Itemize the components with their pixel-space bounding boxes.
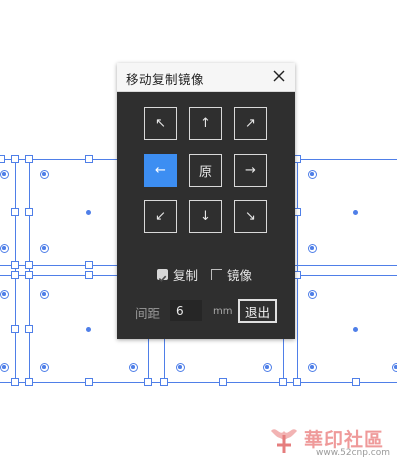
origin-button[interactable]: 原 xyxy=(189,154,222,187)
selection-handle[interactable] xyxy=(11,271,19,279)
selection-handle[interactable] xyxy=(0,155,5,163)
close-icon[interactable] xyxy=(271,68,287,84)
selection-handle[interactable] xyxy=(11,208,19,216)
selection-handle[interactable] xyxy=(144,378,152,386)
arrow-down-icon: ↓ xyxy=(200,209,211,224)
dialog-title: 移动复制镜像 xyxy=(126,72,205,87)
vertical-guide-mid-b xyxy=(164,339,165,382)
center-marker-icon xyxy=(40,244,49,253)
selection-handle[interactable] xyxy=(25,378,33,386)
move-up-left-button[interactable]: ↖ xyxy=(144,107,177,140)
selection-handle[interactable] xyxy=(85,155,93,163)
vertical-guide-right-a xyxy=(283,339,284,382)
anchor-dot xyxy=(353,210,358,215)
center-marker-icon xyxy=(176,363,185,372)
copy-label: 复制 xyxy=(173,267,199,283)
move-up-button[interactable]: ↑ xyxy=(189,107,222,140)
center-marker-icon xyxy=(129,363,138,372)
move-down-left-button[interactable]: ↙ xyxy=(144,200,177,233)
anchor-dot xyxy=(86,327,91,332)
anchor-dot xyxy=(353,327,358,332)
copy-checkbox[interactable] xyxy=(157,268,168,282)
unit-label: mm xyxy=(213,306,233,317)
selection-handle[interactable] xyxy=(11,378,19,386)
selection-handle[interactable] xyxy=(85,271,93,279)
move-up-right-button[interactable]: ↗ xyxy=(234,107,267,140)
origin-label: 原 xyxy=(198,165,212,180)
center-marker-icon xyxy=(40,363,49,372)
selection-handle[interactable] xyxy=(25,261,33,269)
selection-handle[interactable] xyxy=(85,261,93,269)
selection-handle[interactable] xyxy=(11,155,19,163)
anchor-dot xyxy=(86,210,91,215)
selection-handle[interactable] xyxy=(279,378,287,386)
selection-handle[interactable] xyxy=(219,378,227,386)
arrow-left-icon: ← xyxy=(155,163,166,178)
center-marker-icon xyxy=(263,363,272,372)
watermark-logo-icon xyxy=(268,423,300,455)
selection-handle[interactable] xyxy=(160,378,168,386)
selection-handle[interactable] xyxy=(25,325,33,333)
selection-handle[interactable] xyxy=(352,378,360,386)
move-right-button[interactable]: → xyxy=(234,154,267,187)
spacing-input[interactable] xyxy=(170,300,202,321)
arrow-down-left-icon: ↙ xyxy=(155,209,166,224)
watermark-url: www.52cnp.com xyxy=(316,448,391,458)
selection-handle[interactable] xyxy=(25,271,33,279)
selection-handle[interactable] xyxy=(11,261,19,269)
mirror-label: 镜像 xyxy=(227,267,253,283)
center-marker-icon xyxy=(0,170,9,179)
mirror-checkbox[interactable] xyxy=(211,268,222,280)
center-marker-icon xyxy=(40,290,49,299)
move-left-button[interactable]: ← xyxy=(144,154,177,187)
selection-handle[interactable] xyxy=(85,378,93,386)
center-marker-icon xyxy=(308,290,317,299)
center-marker-icon xyxy=(392,363,397,372)
checkmark-icon xyxy=(158,275,167,282)
selection-handle[interactable] xyxy=(11,325,19,333)
selection-handle[interactable] xyxy=(25,208,33,216)
arrow-up-left-icon: ↖ xyxy=(155,116,166,131)
arrow-right-icon: → xyxy=(245,163,256,178)
center-marker-icon xyxy=(308,170,317,179)
center-marker-icon xyxy=(308,363,317,372)
center-marker-icon xyxy=(0,244,9,253)
dialog-titlebar[interactable]: 移动复制镜像 xyxy=(117,63,295,92)
arrow-up-right-icon: ↗ xyxy=(245,116,256,131)
selection-handle[interactable] xyxy=(25,155,33,163)
horizontal-guide-bottom xyxy=(0,382,397,383)
center-marker-icon xyxy=(0,290,9,299)
center-marker-icon xyxy=(40,170,49,179)
selection-handle[interactable] xyxy=(293,378,301,386)
copy-option[interactable]: 复制 xyxy=(157,266,199,283)
arrow-down-right-icon: ↘ xyxy=(245,209,256,224)
center-marker-icon xyxy=(0,363,9,372)
move-copy-mirror-dialog: 移动复制镜像 ↖ ↑ ↗ ← 原 → ↙ ↓ ↘ 复制 镜像 间距 6 mm 退… xyxy=(117,63,295,339)
center-marker-icon xyxy=(308,244,317,253)
move-down-button[interactable]: ↓ xyxy=(189,200,222,233)
arrow-up-icon: ↑ xyxy=(200,116,211,131)
move-down-right-button[interactable]: ↘ xyxy=(234,200,267,233)
spacing-label: 间距 xyxy=(135,306,161,321)
mirror-option[interactable]: 镜像 xyxy=(211,266,253,283)
exit-button[interactable]: 退出 xyxy=(238,299,277,323)
